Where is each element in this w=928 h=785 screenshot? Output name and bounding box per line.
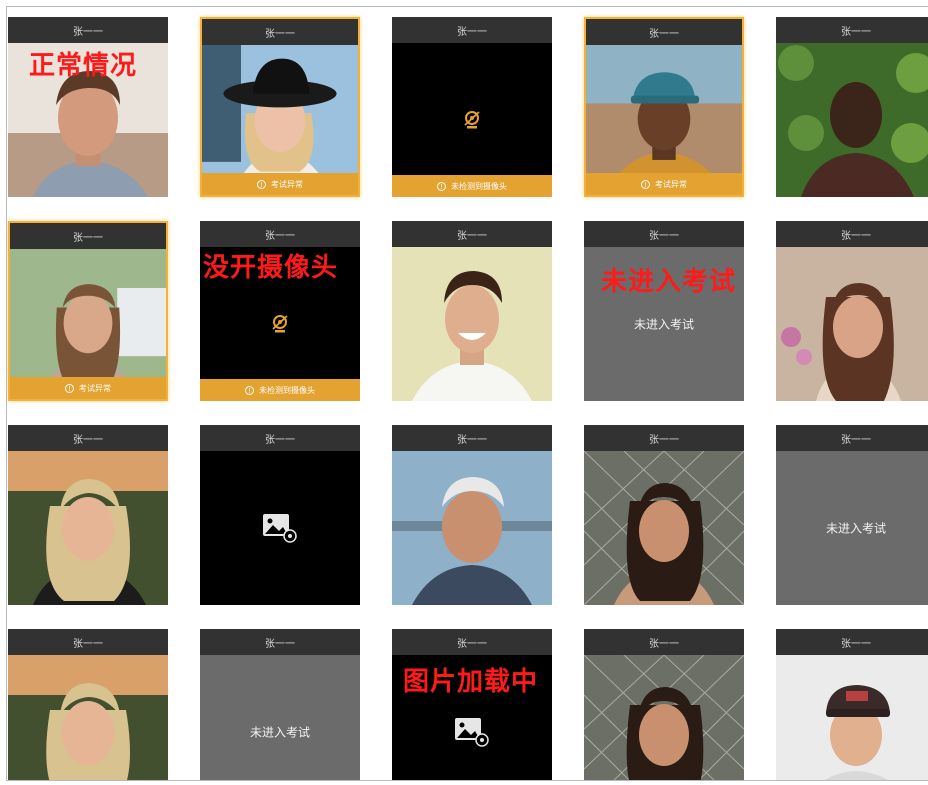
student-name: 张一一 [584, 629, 744, 655]
student-name: 张一一 [200, 221, 360, 247]
status-bar: ! 未检测到摄像头 [200, 379, 360, 401]
student-name: 张一一 [392, 629, 552, 655]
student-name: 张一一 [200, 629, 360, 655]
status-bar: ! 考试异常 [202, 173, 358, 195]
student-name: 张一一 [8, 629, 168, 655]
status-label: 考试异常 [655, 179, 687, 189]
status-bar: ! 考试异常 [10, 377, 166, 399]
student-tile[interactable]: 张一一 ! 未检测到摄像头 [200, 221, 360, 401]
student-tile[interactable]: 张一一 [392, 629, 552, 780]
student-name: 张一一 [10, 223, 166, 249]
student-tile[interactable]: 张一一 [776, 17, 928, 197]
student-tile[interactable]: 张一一 [392, 425, 552, 605]
student-name: 张一一 [586, 19, 742, 45]
student-video-frame [776, 247, 928, 401]
info-icon: ! [437, 181, 446, 191]
student-name: 张一一 [392, 221, 552, 247]
student-name: 张一一 [584, 425, 744, 451]
student-name: 张一一 [392, 425, 552, 451]
student-tile[interactable]: 张一一 ! 考试异常 [584, 17, 744, 197]
student-name: 张一一 [8, 425, 168, 451]
student-video-frame [584, 655, 744, 780]
status-label: 未检测到摄像头 [451, 181, 507, 191]
no-camera-frame [392, 43, 552, 197]
student-video-frame [776, 43, 928, 197]
status-bar: ! 考试异常 [586, 173, 742, 195]
not-entered-label: 未进入考试 [633, 317, 694, 332]
status-label: 考试异常 [271, 179, 303, 189]
student-tile[interactable]: 张一一 未进入考试 [584, 221, 744, 401]
info-icon: ! [257, 179, 266, 189]
student-name: 张一一 [776, 221, 928, 247]
student-tile[interactable]: 张一一 [776, 629, 928, 780]
student-video-frame [392, 247, 552, 401]
webcam-off-icon [272, 315, 288, 333]
student-tile[interactable]: 张一一 [584, 629, 744, 780]
student-tile[interactable]: 张一一 ! 未检测到摄像头 [392, 17, 552, 197]
not-entered-label: 未进入考试 [249, 725, 310, 740]
student-video-frame [392, 451, 552, 605]
student-name: 张一一 [776, 17, 928, 43]
not-entered-label: 未进入考试 [825, 521, 886, 536]
not-entered-frame: 未进入考试 [776, 451, 928, 605]
image-loading-frame [200, 451, 360, 605]
annotation-camera-off: 没开摄像头 [203, 253, 339, 283]
student-tile[interactable]: 张一一 [200, 425, 360, 605]
student-tile[interactable]: 张一一 未进入考试 [200, 629, 360, 780]
student-name: 张一一 [8, 17, 168, 43]
not-entered-frame: 未进入考试 [200, 655, 360, 780]
student-tile[interactable]: 张一一 [584, 425, 744, 605]
student-tile[interactable]: 张一一 [8, 629, 168, 780]
student-name: 张一一 [776, 425, 928, 451]
student-tile[interactable]: 张一一 [8, 17, 168, 197]
webcam-off-icon [464, 111, 480, 129]
student-name: 张一一 [202, 19, 358, 45]
student-name: 张一一 [392, 17, 552, 43]
student-tile[interactable]: 张一一 [392, 221, 552, 401]
info-icon: ! [641, 179, 650, 189]
student-tile[interactable]: 张一一 ! 考试异常 [8, 221, 168, 401]
annotation-not-in-exam: 未进入考试 [601, 267, 737, 297]
student-video-frame [776, 655, 928, 780]
student-video-frame [8, 451, 168, 605]
annotation-image-loading: 图片加载中 [403, 667, 539, 697]
image-loading-icon [263, 514, 297, 543]
student-video-frame [584, 451, 744, 605]
student-video-frame [8, 655, 168, 780]
info-icon: ! [65, 383, 74, 393]
info-icon: ! [245, 385, 254, 395]
monitor-panel: 张一一 张一一 ! 考试异常 张一一 ! 未检测到摄像头 张一一 ! 考试异常 … [6, 6, 928, 781]
status-label: 未检测到摄像头 [259, 385, 315, 395]
status-bar: ! 未检测到摄像头 [392, 175, 552, 197]
student-tile[interactable]: 张一一 未进入考试 [776, 425, 928, 605]
student-tile[interactable]: 张一一 ! 考试异常 [200, 17, 360, 197]
image-loading-icon [455, 718, 489, 747]
student-name: 张一一 [776, 629, 928, 655]
student-name: 张一一 [584, 221, 744, 247]
annotation-normal: 正常情况 [29, 51, 138, 81]
student-tile[interactable]: 张一一 [776, 221, 928, 401]
student-name: 张一一 [200, 425, 360, 451]
status-label: 考试异常 [79, 383, 111, 393]
student-tile[interactable]: 张一一 [8, 425, 168, 605]
